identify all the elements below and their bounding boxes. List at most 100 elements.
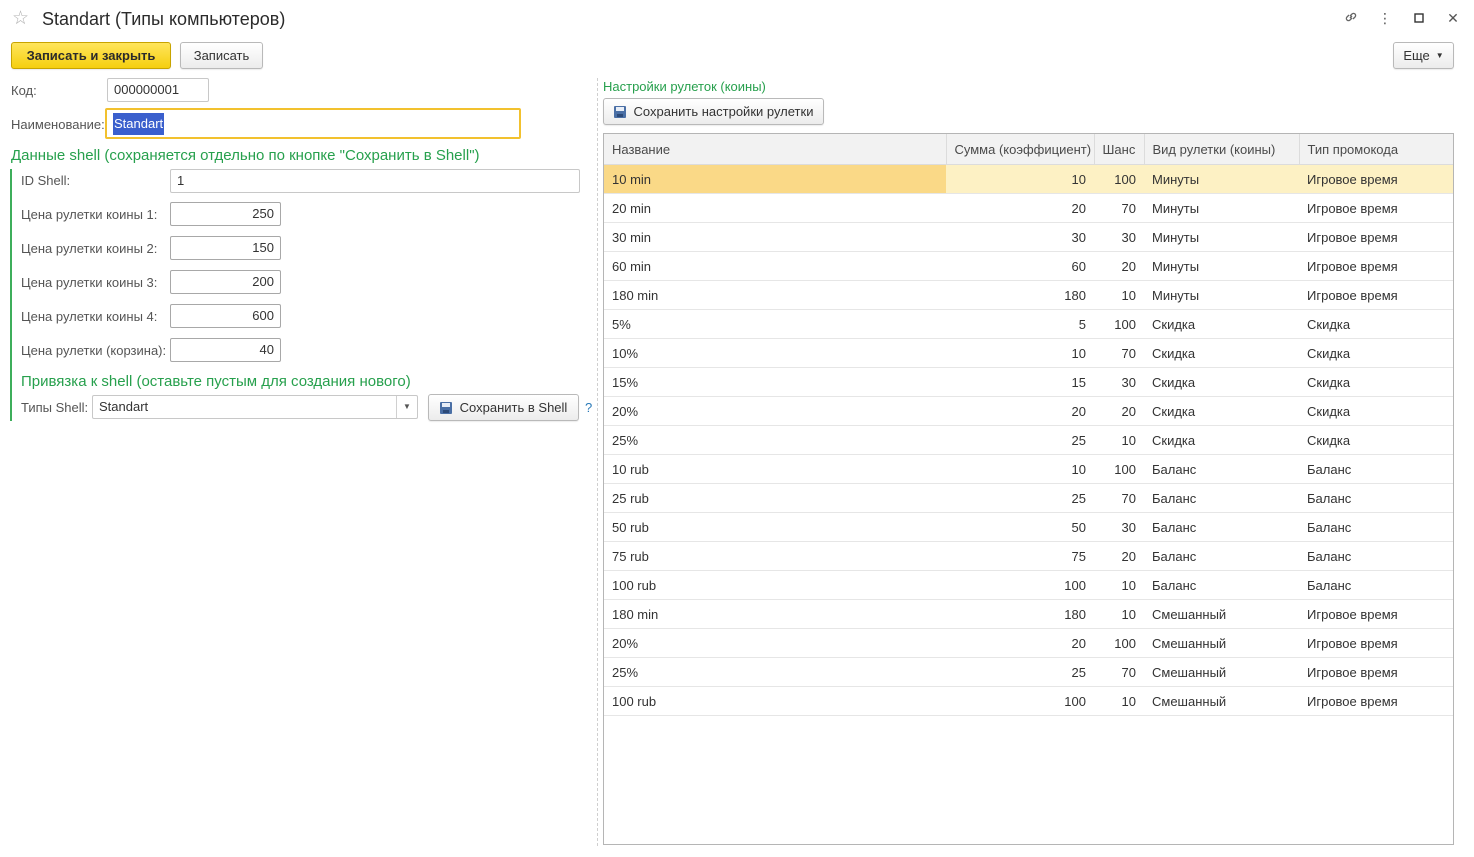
- more-actions-icon[interactable]: ⋮: [1378, 10, 1392, 26]
- table-row[interactable]: 20% 20 20 Скидка Скидка: [604, 396, 1453, 426]
- table-row[interactable]: 5% 5 100 Скидка Скидка: [604, 309, 1453, 339]
- save-to-shell-button[interactable]: Сохранить в Shell: [428, 394, 579, 421]
- maximize-icon[interactable]: [1412, 10, 1426, 26]
- close-icon[interactable]: ✕: [1446, 10, 1460, 26]
- more-button[interactable]: Еще ▼: [1393, 42, 1454, 69]
- cell-name: 10%: [604, 338, 946, 368]
- cell-roulette-type: Минуты: [1144, 193, 1299, 223]
- price-basket-field[interactable]: 40: [170, 338, 281, 362]
- link-icon[interactable]: [1344, 10, 1358, 26]
- table-row[interactable]: 20 min 20 70 Минуты Игровое время: [604, 193, 1453, 223]
- table-row[interactable]: 50 rub 50 30 Баланс Баланс: [604, 512, 1453, 542]
- cell-name: 20%: [604, 628, 946, 658]
- favorite-star-icon[interactable]: ☆: [12, 9, 29, 29]
- column-header-roulette-type[interactable]: Вид рулетки (коины): [1144, 134, 1300, 165]
- section-group-bar: [10, 169, 12, 421]
- table-row[interactable]: 25% 25 70 Смешанный Игровое время: [604, 657, 1453, 687]
- cell-sum: 180: [946, 280, 1094, 310]
- cell-sum: 180: [946, 599, 1094, 629]
- cell-chance: 30: [1094, 367, 1144, 397]
- cell-roulette-type: Скидка: [1144, 396, 1299, 426]
- save-roulette-settings-button[interactable]: Сохранить настройки рулетки: [603, 98, 824, 125]
- column-header-promo-type[interactable]: Тип промокода: [1299, 134, 1453, 165]
- cell-sum: 5: [946, 309, 1094, 339]
- column-header-chance[interactable]: Шанс: [1094, 134, 1145, 165]
- help-icon[interactable]: ?: [585, 400, 592, 415]
- price-2-field[interactable]: 150: [170, 236, 281, 260]
- combo-dropdown-icon[interactable]: ▼: [396, 396, 417, 418]
- code-field[interactable]: 000000001: [107, 78, 209, 102]
- cell-chance: 20: [1094, 541, 1144, 571]
- column-header-sum[interactable]: Сумма (коэффициент): [946, 134, 1095, 165]
- name-field-value: Standart: [113, 112, 165, 135]
- cell-sum: 50: [946, 512, 1094, 542]
- shell-types-label: Типы Shell:: [21, 400, 89, 415]
- floppy-disk-icon: [613, 105, 626, 118]
- table-row[interactable]: 20% 20 100 Смешанный Игровое время: [604, 628, 1453, 658]
- table-row[interactable]: 60 min 60 20 Минуты Игровое время: [604, 251, 1453, 281]
- cell-roulette-type: Скидка: [1144, 338, 1299, 368]
- cell-roulette-type: Баланс: [1144, 541, 1299, 571]
- price-3-field[interactable]: 200: [170, 270, 281, 294]
- cell-name: 25%: [604, 425, 946, 455]
- save-button[interactable]: Записать: [180, 42, 263, 69]
- cell-sum: 20: [946, 396, 1094, 426]
- cell-chance: 70: [1094, 193, 1144, 223]
- cell-name: 180 min: [604, 280, 946, 310]
- cell-chance: 70: [1094, 338, 1144, 368]
- table-row[interactable]: 10% 10 70 Скидка Скидка: [604, 338, 1453, 368]
- cell-promo-type: Скидка: [1299, 309, 1453, 339]
- dropdown-arrow-icon: ▼: [1435, 51, 1444, 60]
- roulette-table[interactable]: Название Сумма (коэффициент) Шанс Вид ру…: [603, 133, 1454, 845]
- cell-roulette-type: Баланс: [1144, 512, 1299, 542]
- shell-section-title: Данные shell (сохраняется отдельно по кн…: [11, 147, 480, 164]
- table-row[interactable]: 25% 25 10 Скидка Скидка: [604, 425, 1453, 455]
- table-row[interactable]: 15% 15 30 Скидка Скидка: [604, 367, 1453, 397]
- cell-sum: 100: [946, 570, 1094, 600]
- price-4-field[interactable]: 600: [170, 304, 281, 328]
- cell-promo-type: Скидка: [1299, 425, 1453, 455]
- table-row[interactable]: 180 min 180 10 Смешанный Игровое время: [604, 599, 1453, 629]
- cell-name: 100 rub: [604, 686, 946, 716]
- table-row[interactable]: 100 rub 100 10 Смешанный Игровое время: [604, 686, 1453, 716]
- cell-sum: 75: [946, 541, 1094, 571]
- cell-chance: 10: [1094, 686, 1144, 716]
- price-2-label: Цена рулетки коины 2:: [21, 241, 158, 256]
- cell-chance: 10: [1094, 570, 1144, 600]
- cell-roulette-type: Минуты: [1144, 280, 1299, 310]
- cell-roulette-type: Минуты: [1144, 164, 1299, 194]
- name-field[interactable]: Standart: [105, 108, 521, 139]
- cell-roulette-type: Скидка: [1144, 309, 1299, 339]
- cell-name: 50 rub: [604, 512, 946, 542]
- panel-splitter[interactable]: [597, 78, 598, 846]
- cell-promo-type: Игровое время: [1299, 599, 1453, 629]
- table-header-row: Название Сумма (коэффициент) Шанс Вид ру…: [604, 134, 1453, 165]
- table-row[interactable]: 10 min 10 100 Минуты Игровое время: [604, 164, 1453, 194]
- cell-chance: 100: [1094, 454, 1144, 484]
- cell-name: 60 min: [604, 251, 946, 281]
- table-row[interactable]: 25 rub 25 70 Баланс Баланс: [604, 483, 1453, 513]
- cell-name: 10 min: [604, 164, 946, 194]
- cell-chance: 10: [1094, 280, 1144, 310]
- cell-name: 10 rub: [604, 454, 946, 484]
- cell-roulette-type: Баланс: [1144, 454, 1299, 484]
- cell-name: 25%: [604, 657, 946, 687]
- cell-sum: 10: [946, 454, 1094, 484]
- cell-name: 15%: [604, 367, 946, 397]
- column-header-name[interactable]: Название: [604, 134, 947, 165]
- table-row[interactable]: 180 min 180 10 Минуты Игровое время: [604, 280, 1453, 310]
- code-label: Код:: [11, 83, 37, 98]
- cell-promo-type: Игровое время: [1299, 686, 1453, 716]
- table-row[interactable]: 30 min 30 30 Минуты Игровое время: [604, 222, 1453, 252]
- shell-types-combo[interactable]: Standart ▼: [92, 395, 418, 419]
- table-row[interactable]: 10 rub 10 100 Баланс Баланс: [604, 454, 1453, 484]
- more-button-label: Еще: [1403, 48, 1430, 63]
- table-row[interactable]: 100 rub 100 10 Баланс Баланс: [604, 570, 1453, 600]
- cell-chance: 30: [1094, 512, 1144, 542]
- id-shell-label: ID Shell:: [21, 173, 71, 188]
- price-1-field[interactable]: 250: [170, 202, 281, 226]
- table-row[interactable]: 75 rub 75 20 Баланс Баланс: [604, 541, 1453, 571]
- cell-promo-type: Баланс: [1299, 512, 1453, 542]
- save-and-close-button[interactable]: Записать и закрыть: [11, 42, 171, 69]
- id-shell-field[interactable]: 1: [170, 169, 580, 193]
